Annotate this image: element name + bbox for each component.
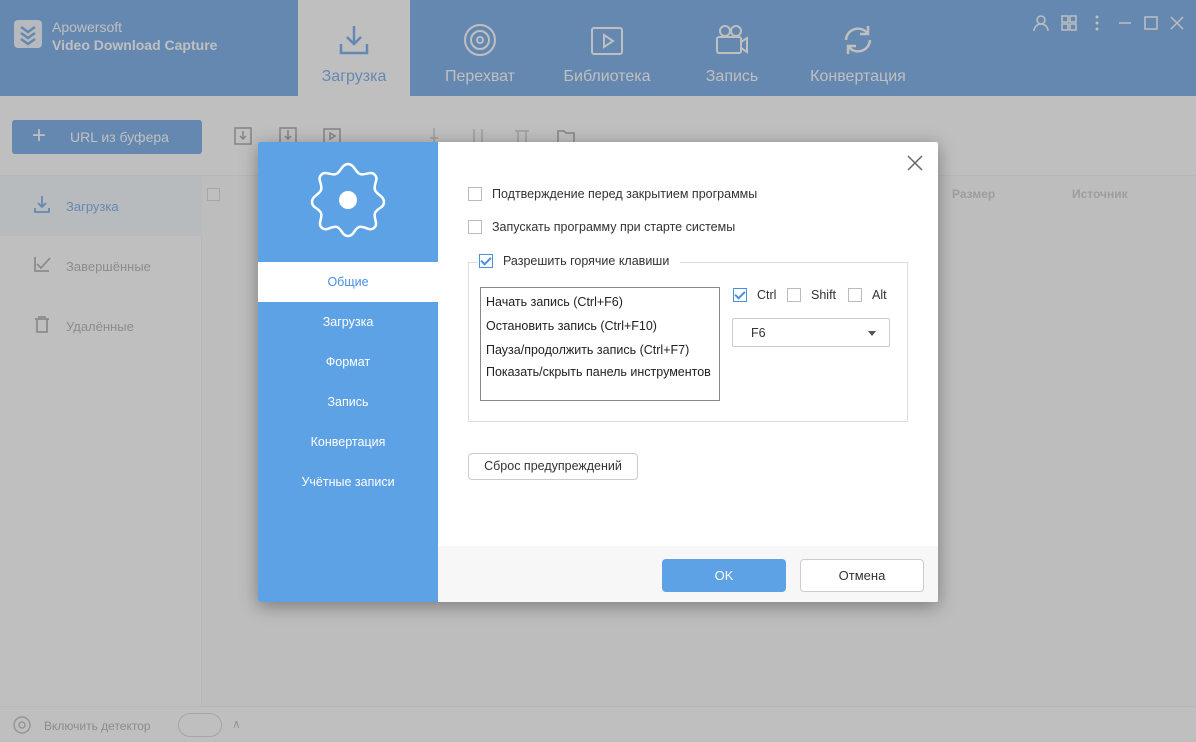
hotkey-key-value: F6 xyxy=(751,326,766,340)
confirm-exit-checkbox[interactable] xyxy=(468,187,482,201)
hotkey-list[interactable]: Начать запись (Ctrl+F6) Остановить запис… xyxy=(480,287,720,401)
shift-checkbox[interactable] xyxy=(787,288,801,302)
hotkey-item[interactable]: Пауза/продолжить запись (Ctrl+F7) xyxy=(486,343,689,357)
shift-label: Shift xyxy=(811,288,837,302)
alt-checkbox[interactable] xyxy=(848,288,862,302)
autostart-label: Запускать программу при старте системы xyxy=(492,220,736,234)
settings-tab-convert[interactable]: Конвертация xyxy=(258,422,438,462)
settings-dialog: Общие Загрузка Формат Запись Конвертация… xyxy=(258,142,938,602)
settings-tab-record[interactable]: Запись xyxy=(258,382,438,422)
ctrl-checkbox[interactable] xyxy=(733,288,747,302)
settings-tab-download[interactable]: Загрузка xyxy=(258,302,438,342)
ctrl-label: Ctrl xyxy=(757,288,777,302)
autostart-checkbox[interactable] xyxy=(468,220,482,234)
hotkeys-label: Разрешить горячие клавиши xyxy=(503,254,670,268)
settings-tab-format[interactable]: Формат xyxy=(258,342,438,382)
hotkeys-option: Разрешить горячие клавиши xyxy=(478,254,680,270)
hotkey-item[interactable]: Показать/скрыть панель инструментов xyxy=(486,365,711,379)
hotkey-key-select[interactable]: F6 xyxy=(732,318,890,347)
hotkey-item[interactable]: Остановить запись (Ctrl+F10) xyxy=(486,319,657,333)
reset-warnings-button[interactable]: Сброс предупреждений xyxy=(468,453,638,480)
settings-tab-accounts[interactable]: Учётные записи xyxy=(258,462,438,502)
alt-label: Alt xyxy=(872,288,887,302)
ok-button[interactable]: OK xyxy=(662,559,786,592)
settings-tab-general[interactable]: Общие xyxy=(258,262,438,302)
confirm-exit-label: Подтверждение перед закрытием программы xyxy=(492,187,758,201)
cancel-button[interactable]: Отмена xyxy=(800,559,924,592)
hotkeys-checkbox[interactable] xyxy=(479,254,493,268)
hotkey-item[interactable]: Начать запись (Ctrl+F6) xyxy=(486,295,623,309)
close-dialog-icon[interactable] xyxy=(905,153,925,173)
settings-sidebar: Общие Загрузка Формат Запись Конвертация… xyxy=(258,142,438,602)
chevron-down-icon xyxy=(868,331,876,336)
settings-gear-icon xyxy=(310,162,386,238)
